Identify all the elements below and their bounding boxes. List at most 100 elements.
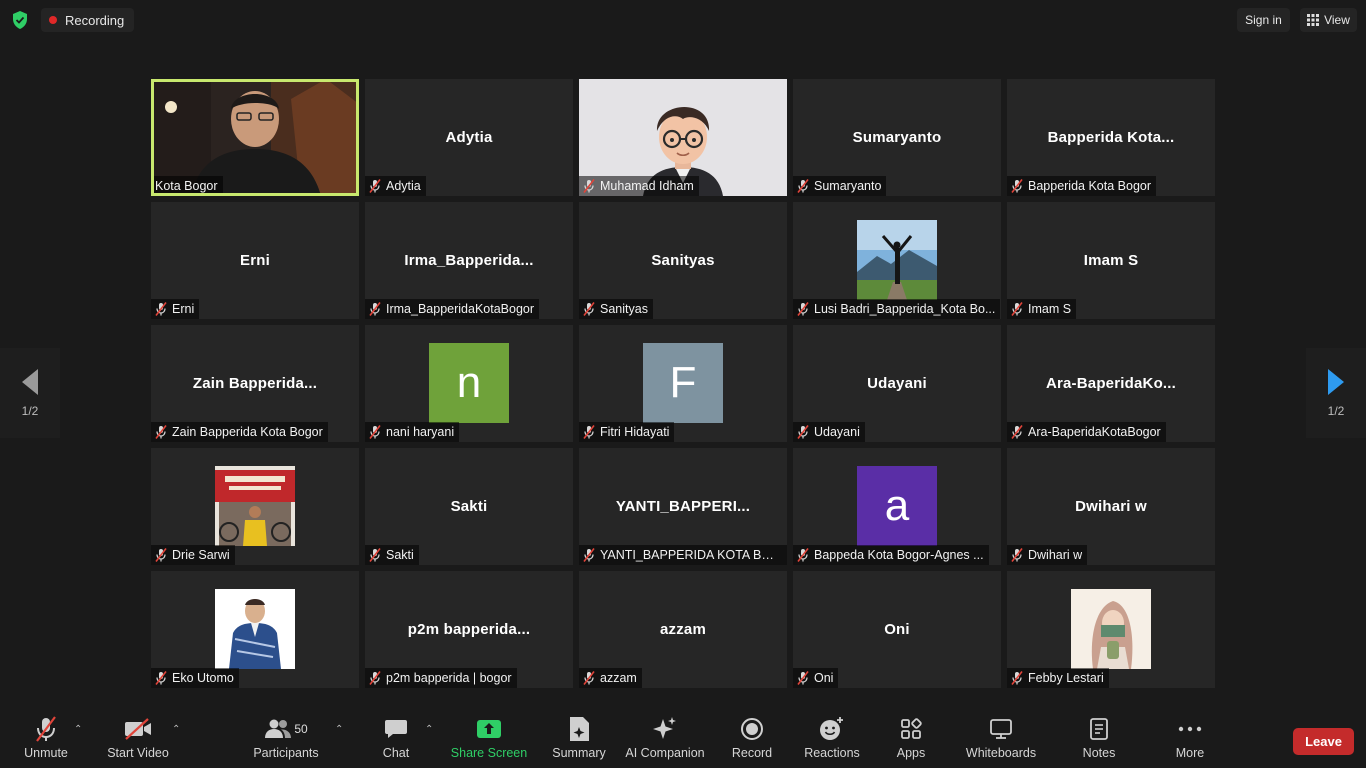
participant-tile[interactable]: F Fitri Hidayati	[579, 325, 787, 442]
leave-button[interactable]: Leave	[1293, 728, 1354, 755]
participant-initial-avatar: n	[429, 343, 509, 423]
start-video-label: Start Video	[107, 746, 169, 760]
participant-initial-avatar: F	[643, 343, 723, 423]
participant-tile[interactable]: Dwihari w Dwihari w	[1007, 448, 1215, 565]
microphone-muted-icon	[369, 302, 381, 316]
video-options-caret-icon[interactable]: ⌃	[172, 724, 180, 735]
microphone-muted-icon	[583, 671, 595, 685]
participant-display-name: Imam S	[1083, 252, 1139, 269]
ai-companion-button[interactable]: AI Companion	[625, 714, 705, 760]
participant-name-label: Sumaryanto	[793, 176, 887, 196]
microphone-muted-icon	[797, 425, 809, 439]
participant-name: Kota Bogor	[155, 179, 218, 193]
participant-display-name: Ara-BaperidaKo...	[1045, 375, 1177, 392]
share-screen-button[interactable]: Share Screen	[451, 714, 527, 760]
participant-tile[interactable]: Erni Erni	[151, 202, 359, 319]
participant-tile[interactable]: n nani haryani	[365, 325, 573, 442]
reactions-label: Reactions	[804, 746, 860, 760]
microphone-muted-icon	[1011, 548, 1023, 562]
participant-name-label: Febby Lestari	[1007, 668, 1109, 688]
apps-button[interactable]: Apps	[895, 714, 927, 760]
recording-label: Recording	[65, 12, 125, 28]
participant-name-label: Udayani	[793, 422, 865, 442]
participant-tile[interactable]: Muhamad Idham	[579, 79, 787, 196]
reactions-button[interactable]: Reactions	[804, 714, 860, 760]
participant-tile[interactable]: Febby Lestari	[1007, 571, 1215, 688]
participant-name-label: YANTI_BAPPERIDA KOTA BOG...	[579, 545, 787, 565]
participant-tile[interactable]: Oni Oni	[793, 571, 1001, 688]
participants-button[interactable]: 50 Participants	[253, 714, 319, 760]
participant-tile[interactable]: Sanityas Sanityas	[579, 202, 787, 319]
participant-name: Bappeda Kota Bogor-Agnes ...	[814, 548, 984, 562]
participant-name-label: Bapperida Kota Bogor	[1007, 176, 1157, 196]
participant-tile[interactable]: YANTI_BAPPERI... YANTI_BAPPERIDA KOTA BOG…	[579, 448, 787, 565]
participant-name: Dwihari w	[1028, 548, 1083, 562]
record-button[interactable]: Record	[730, 714, 774, 760]
grid-icon	[1307, 14, 1320, 26]
participant-display-name: Bapperida Kota...	[1047, 129, 1175, 146]
participant-name-label: Adytia	[365, 176, 426, 196]
participant-name: Drie Sarwi	[172, 548, 230, 562]
participant-tile[interactable]: Bapperida Kota... Bapperida Kota Bogor	[1007, 79, 1215, 196]
recording-indicator[interactable]: Recording	[41, 8, 135, 32]
summary-button[interactable]: Summary	[551, 714, 607, 760]
sign-in-button[interactable]: Sign in	[1237, 8, 1290, 32]
more-button[interactable]: More	[1172, 714, 1208, 760]
participant-name-label: Ara-BaperidaKotaBogor	[1007, 422, 1166, 442]
chat-options-caret-icon[interactable]: ⌃	[425, 724, 433, 735]
participant-name: Imam S	[1028, 302, 1072, 316]
start-video-button[interactable]: Start Video	[106, 714, 170, 760]
participants-label: Participants	[253, 746, 319, 760]
encryption-shield-icon[interactable]	[10, 10, 30, 30]
participant-name: nani haryani	[386, 425, 455, 439]
microphone-muted-icon	[1011, 179, 1023, 193]
participants-options-caret-icon[interactable]: ⌃	[335, 724, 343, 735]
previous-page-button[interactable]: 1/2	[0, 348, 60, 438]
page-indicator-left: 1/2	[21, 404, 39, 418]
record-icon	[741, 718, 763, 740]
microphone-muted-icon	[155, 302, 167, 316]
microphone-muted-icon	[797, 179, 809, 193]
participant-tile[interactable]: Zain Bapperida... Zain Bapperida Kota Bog…	[151, 325, 359, 442]
view-label: View	[1324, 13, 1350, 27]
recording-dot-icon	[49, 16, 57, 24]
audio-options-caret-icon[interactable]: ⌃	[74, 724, 82, 735]
participant-tile[interactable]: Kota Bogor	[151, 79, 359, 196]
participant-name: Irma_BapperidaKotaBogor	[386, 302, 535, 316]
participant-tile[interactable]: a Bappeda Kota Bogor-Agnes ...	[793, 448, 1001, 565]
participant-name: Muhamad Idham	[600, 179, 694, 193]
participant-name-label: Muhamad Idham	[579, 176, 699, 196]
participant-tile[interactable]: Sakti Sakti	[365, 448, 573, 565]
unmute-button[interactable]: Unmute	[22, 714, 70, 760]
participant-tile[interactable]: Ara-BaperidaKo... Ara-BaperidaKotaBogor	[1007, 325, 1215, 442]
participant-tile[interactable]: Eko Utomo	[151, 571, 359, 688]
chat-button[interactable]: Chat	[380, 714, 412, 760]
participant-tile[interactable]: Imam S Imam S	[1007, 202, 1215, 319]
ai-companion-label: AI Companion	[625, 746, 705, 760]
microphone-muted-icon	[797, 671, 809, 685]
participant-tile[interactable]: Drie Sarwi	[151, 448, 359, 565]
microphone-muted-icon	[155, 425, 167, 439]
participant-name: Fitri Hidayati	[600, 425, 670, 439]
participant-tile[interactable]: Lusi Badri_Bapperida_Kota Bo...	[793, 202, 1001, 319]
notes-button[interactable]: Notes	[1080, 714, 1118, 760]
participant-tile[interactable]: Sumaryanto Sumaryanto	[793, 79, 1001, 196]
participant-name-label: p2m bapperida | bogor	[365, 668, 517, 688]
participant-tile[interactable]: azzam azzam	[579, 571, 787, 688]
participant-tile[interactable]: p2m bapperida... p2m bapperida | bogor	[365, 571, 573, 688]
participant-display-name: azzam	[659, 621, 707, 638]
whiteboards-button[interactable]: Whiteboards	[964, 714, 1038, 760]
participant-name-label: Drie Sarwi	[151, 545, 235, 565]
participant-tile[interactable]: Adytia Adytia	[365, 79, 573, 196]
participant-display-name: Sanityas	[651, 252, 715, 269]
participant-tile[interactable]: Udayani Udayani	[793, 325, 1001, 442]
next-page-button[interactable]: 1/2	[1306, 348, 1366, 438]
participant-tile[interactable]: Irma_Bapperida... Irma_BapperidaKotaBogor	[365, 202, 573, 319]
participant-name-label: Dwihari w	[1007, 545, 1088, 565]
participant-display-name: p2m bapperida...	[407, 621, 531, 638]
participant-display-name: Zain Bapperida...	[192, 375, 318, 392]
share-screen-icon	[477, 720, 501, 738]
view-button[interactable]: View	[1300, 8, 1357, 32]
microphone-muted-icon	[583, 302, 595, 316]
participant-name: Ara-BaperidaKotaBogor	[1028, 425, 1161, 439]
